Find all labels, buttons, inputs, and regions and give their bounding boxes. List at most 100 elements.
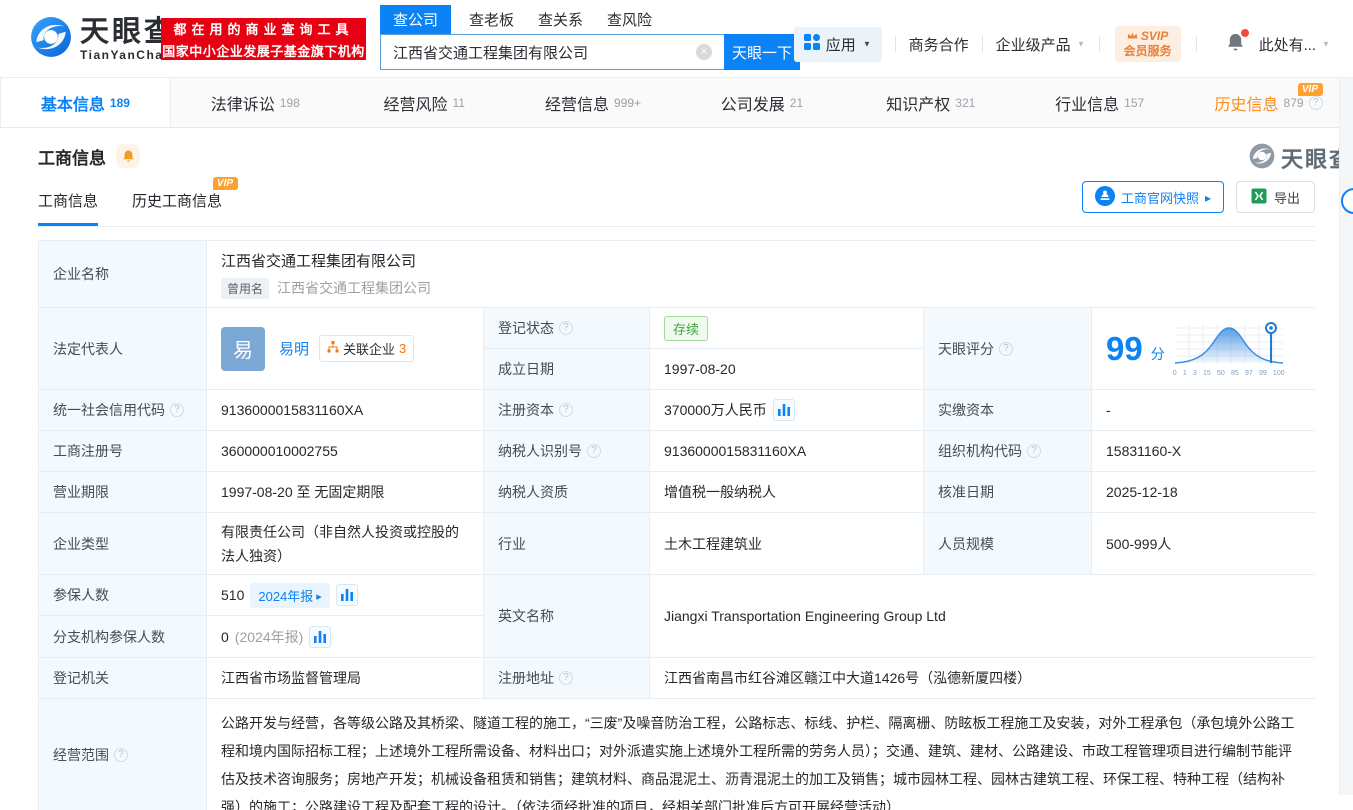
notification-bell-icon[interactable] [1226,29,1249,56]
reg-number-cell: 360000010002755 [207,431,484,472]
tab-count: 189 [109,95,130,110]
establish-date-cell: 1997-08-20 [650,349,924,390]
reg-authority-cell: 江西省市场监督管理局 [207,658,484,699]
help-icon[interactable] [1308,95,1323,110]
score-cell[interactable]: 99 分 01 3 15 50 85 97 99 100 [1092,308,1315,390]
stamp-icon [1094,185,1115,209]
tab-legal-litigation[interactable]: 法律诉讼 198 [171,78,340,127]
paid-capital-cell: - [1092,390,1315,431]
label-text: 天眼评分 [938,340,994,357]
help-icon[interactable] [114,747,128,762]
subscribe-bell-icon[interactable] [116,144,140,168]
field-label: 实缴资本 [924,390,1092,431]
branch-insured-chart-icon[interactable] [309,625,332,648]
tab-basic-info[interactable]: 基本信息 189 [0,78,171,127]
field-label: 注册地址 [484,658,650,699]
divider [981,36,983,52]
help-icon[interactable] [559,321,573,335]
chevron-down-icon [1321,39,1331,50]
tab-intellectual-property[interactable]: 知识产权 321 [846,78,1015,127]
related-count: 3 [399,341,407,356]
tab-label: 历史信息 [1214,96,1279,114]
annual-report-badge[interactable]: 2024年报 [250,582,330,608]
tab-count: 11 [452,95,465,110]
legal-rep-link[interactable]: 易明 [279,338,309,359]
right-scroll-rail[interactable] [1339,78,1353,795]
insured-chart-icon[interactable] [335,584,358,606]
crown-icon [1127,29,1138,44]
field-label: 人员规模 [924,513,1092,575]
tab-business-info-history[interactable]: 历史工商信息 VIP [132,177,239,226]
field-label: 经营范围 [39,699,207,810]
cooperation-link[interactable]: 商务合作 [909,34,969,55]
field-label: 天眼评分 [924,308,1092,390]
status-badge: 存续 [664,315,709,341]
snapshot-label: 工商官网快照 [1120,190,1199,206]
tab-business-info-current[interactable]: 工商信息 [38,190,99,226]
help-icon[interactable] [559,671,573,685]
export-label: 导出 [1273,190,1300,206]
clear-search-icon[interactable] [696,44,712,60]
related-companies-badge[interactable]: 关联企业 3 [319,335,415,362]
search-tab-relation[interactable]: 查关系 [538,5,583,34]
label-text: 统一社会信用代码 [53,402,165,418]
tab-label: 经营信息 [545,96,610,114]
score-axis-labels: 01 3 15 50 85 97 99 100 [1172,370,1285,377]
arrow-right-icon [1205,190,1211,205]
tab-company-development[interactable]: 公司发展 21 [678,78,847,127]
insured-count-cell: 510 2024年报 [207,575,484,616]
help-icon[interactable] [1027,444,1041,458]
score-unit: 分 [1150,345,1165,362]
tab-count: 157 [1124,95,1145,110]
help-icon[interactable] [587,444,601,458]
former-name-badge: 曾用名 [221,277,270,299]
org-chart-icon [327,341,339,356]
search-button[interactable]: 天眼一下 [724,34,800,70]
svip-member-button[interactable]: SVIP 会员服务 [1114,26,1181,62]
tab-label: 历史工商信息 [132,193,223,210]
legal-rep-avatar[interactable]: 易 [221,326,265,371]
watermark-logo: 天眼查 [1249,142,1353,174]
label-text: 纳税人识别号 [498,443,582,459]
enterprise-products-label: 企业级产品 [995,36,1071,54]
tab-count: 321 [955,95,976,110]
tab-history-info[interactable]: VIP 历史信息 879 [1184,78,1353,127]
search-tab-company[interactable]: 查公司 [380,5,452,34]
label-text: 注册资本 [498,402,554,418]
apps-menu[interactable]: 应用 [793,26,882,62]
account-menu[interactable]: 此处有... [1259,34,1331,55]
company-type-cell: 有限责任公司（非自然人投资或控股的法人独资） [207,513,484,575]
arrow-right-icon [316,588,322,603]
help-icon[interactable] [170,403,184,417]
tab-industry-info[interactable]: 行业信息 157 [1015,78,1184,127]
vip-badge: VIP [1297,83,1323,96]
tab-operation-risk[interactable]: 经营风险 11 [340,78,509,127]
tab-operation-info[interactable]: 经营信息 999+ [509,78,678,127]
tab-label: 法律诉讼 [210,96,275,114]
field-label: 统一社会信用代码 [39,390,207,431]
top-header: 天眼查 TianYanCha.com 都在用的商业查询工具 国家中小企业发展子基… [0,0,1353,78]
search-tab-boss[interactable]: 查老板 [469,5,514,34]
field-label: 登记状态 [484,308,650,349]
account-label: 此处有... [1258,36,1317,54]
insured-count-value: 510 [221,587,245,603]
capital-chart-icon[interactable] [772,399,795,421]
business-info-table: 企业名称 江西省交通工程集团有限公司 曾用名 江西省交通工程集团公司 法定代表人… [38,240,1315,810]
help-icon[interactable] [999,341,1013,356]
help-icon[interactable] [559,403,573,417]
label-text: 组织机构代码 [938,443,1022,459]
english-name-cell: Jiangxi Transportation Engineering Group… [650,575,1315,658]
score-value: 99 [1106,330,1143,367]
chevron-down-icon [1076,39,1086,50]
reg-capital-cell: 370000万人民币 [650,390,924,431]
official-snapshot-button[interactable]: 工商官网快照 [1081,181,1224,213]
search-input[interactable] [380,34,724,70]
credit-code-cell: 9136000015831160XA [207,390,484,431]
business-scope-cell: 公路开发与经营，各等级公路及其桥梁、隧道工程的施工，“三废”及噪音防治工程，公路… [207,699,1315,810]
search-tab-risk[interactable]: 查风险 [607,5,652,34]
branch-insured-value: 0 [221,628,229,645]
industry-cell: 土木工程建筑业 [650,513,924,575]
export-button[interactable]: 导出 [1235,181,1315,213]
slogan-line2: 国家中小企业发展子基金旗下机构 [162,43,365,59]
enterprise-products-menu[interactable]: 企业级产品 [996,34,1086,55]
